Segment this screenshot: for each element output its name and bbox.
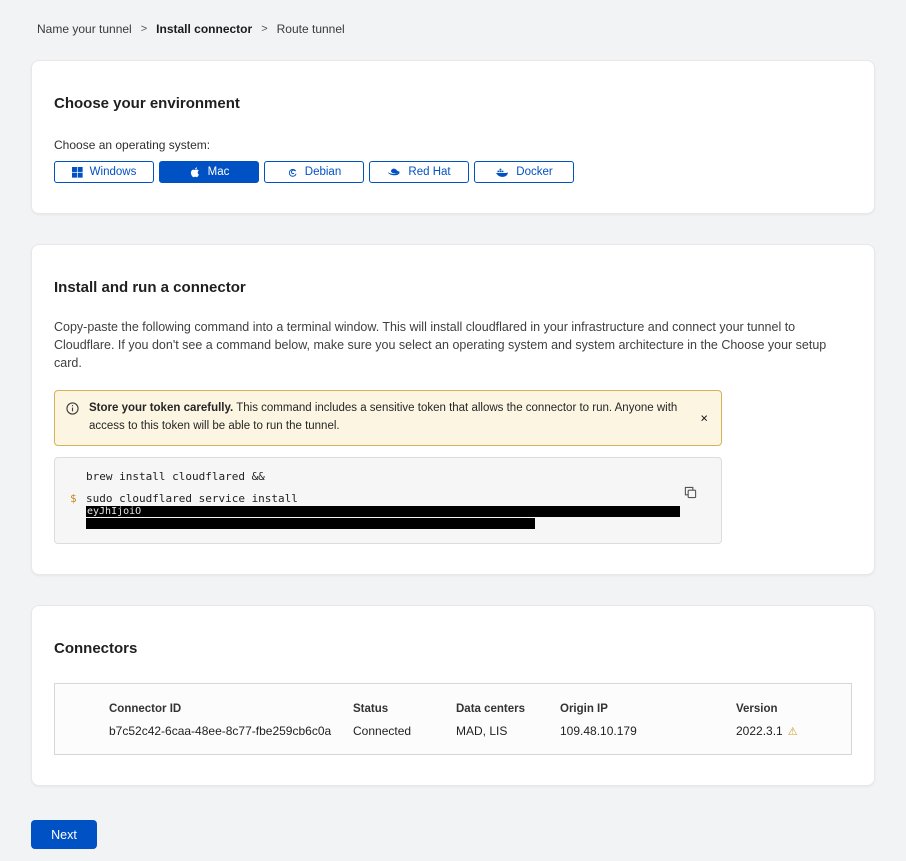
- redhat-icon: [387, 167, 401, 177]
- version-warning-icon: ⚠: [788, 726, 798, 738]
- copy-command-button[interactable]: [682, 484, 699, 504]
- info-circle-icon: [66, 400, 79, 420]
- connector-id-value: b7c52c42-6caa-48ee-8c77-fbe259cb6c0a: [109, 724, 353, 738]
- environment-card-title: Choose your environment: [54, 95, 852, 112]
- connectors-table: Connector ID Status Data centers Origin …: [54, 683, 852, 755]
- header-version: Version: [736, 703, 851, 715]
- os-button-windows[interactable]: Windows: [54, 161, 154, 183]
- redacted-token-bar: eyJhIjoiO: [86, 506, 680, 517]
- os-button-label: Mac: [208, 166, 230, 178]
- next-button[interactable]: Next: [31, 820, 97, 849]
- table-header-row: Connector ID Status Data centers Origin …: [109, 703, 851, 715]
- os-button-label: Red Hat: [408, 166, 450, 178]
- os-button-label: Windows: [90, 166, 137, 178]
- version-cell: 2022.3.1 ⚠: [736, 724, 851, 738]
- shell-prompt: $: [70, 492, 86, 505]
- code-line-sudo: sudo cloudflared service install: [86, 492, 298, 505]
- install-card: Install and run a connector Copy-paste t…: [31, 244, 875, 575]
- alert-text: Store your token carefully. This command…: [89, 400, 691, 436]
- install-card-title: Install and run a connector: [54, 279, 852, 296]
- breadcrumb-step-install-connector[interactable]: Install connector: [156, 22, 252, 36]
- code-line-1: brew install cloudflared &&: [70, 470, 677, 483]
- os-button-debian[interactable]: Debian: [264, 161, 364, 183]
- windows-icon: [72, 167, 83, 178]
- os-button-mac[interactable]: Mac: [159, 161, 259, 183]
- install-command-codeblock: brew install cloudflared && $ sudo cloud…: [54, 457, 722, 544]
- redacted-token-bar: [86, 518, 535, 529]
- status-badge: Connected: [353, 724, 456, 738]
- alert-close-icon[interactable]: ×: [696, 410, 712, 427]
- environment-card: Choose your environment Choose an operat…: [31, 60, 875, 214]
- os-button-label: Docker: [516, 166, 552, 178]
- apple-icon: [189, 166, 201, 178]
- connectors-card: Connectors Connector ID Status Data cent…: [31, 605, 875, 786]
- os-select-label: Choose an operating system:: [54, 138, 852, 152]
- breadcrumb-separator-icon: >: [141, 23, 147, 35]
- header-origin-ip: Origin IP: [560, 703, 736, 715]
- os-button-label: Debian: [305, 166, 341, 178]
- breadcrumb-step-route-tunnel[interactable]: Route tunnel: [277, 22, 345, 36]
- connectors-card-title: Connectors: [54, 640, 852, 657]
- breadcrumb: Name your tunnel > Install connector > R…: [37, 22, 875, 36]
- copy-icon: [684, 486, 697, 499]
- breadcrumb-separator-icon: >: [261, 23, 267, 35]
- header-data-centers: Data centers: [456, 703, 560, 715]
- origin-ip-value: 109.48.10.179: [560, 724, 736, 738]
- page: Name your tunnel > Install connector > R…: [31, 0, 875, 861]
- docker-icon: [495, 167, 509, 178]
- code-line-brew: brew install cloudflared &&: [86, 470, 265, 483]
- token-prefix-text: eyJhIjoiO: [86, 506, 141, 517]
- os-button-docker[interactable]: Docker: [474, 161, 574, 183]
- install-card-description: Copy-paste the following command into a …: [54, 318, 852, 372]
- alert-bold-text: Store your token carefully.: [89, 402, 233, 414]
- data-centers-value: MAD, LIS: [456, 724, 560, 738]
- version-value: 2022.3.1: [736, 724, 783, 738]
- os-button-group: Windows Mac Debian: [54, 161, 852, 183]
- code-line-2: $ sudo cloudflared service install: [70, 492, 677, 505]
- header-status: Status: [353, 703, 456, 715]
- debian-icon: [287, 167, 298, 178]
- os-button-redhat[interactable]: Red Hat: [369, 161, 469, 183]
- header-connector-id: Connector ID: [109, 703, 353, 715]
- breadcrumb-step-name-your-tunnel[interactable]: Name your tunnel: [37, 22, 132, 36]
- token-warning-alert: Store your token carefully. This command…: [54, 390, 722, 446]
- table-row: b7c52c42-6caa-48ee-8c77-fbe259cb6c0a Con…: [109, 724, 851, 738]
